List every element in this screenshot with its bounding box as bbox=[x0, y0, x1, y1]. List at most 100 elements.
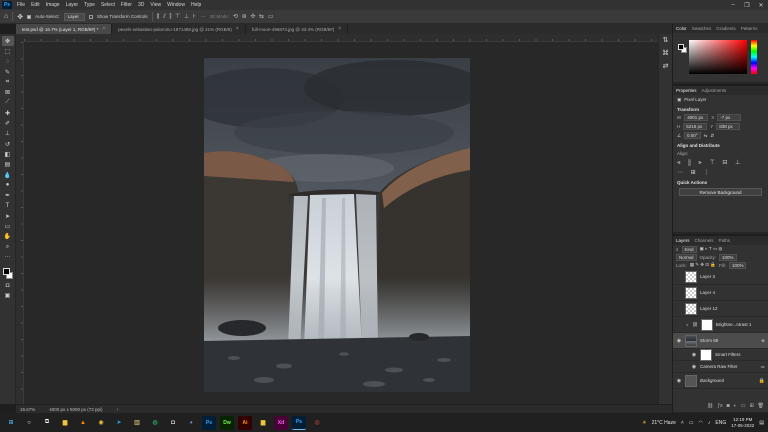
visibility-toggle[interactable]: ◉ bbox=[676, 338, 682, 344]
whatsapp-icon[interactable]: ◍ bbox=[148, 416, 162, 430]
eyedropper-tool-icon[interactable]: ⟋ bbox=[2, 98, 14, 108]
foreground-color-swatch[interactable] bbox=[2, 267, 10, 275]
opacity-input[interactable]: 100% bbox=[719, 253, 737, 261]
history-panel-icon[interactable]: ⇅ bbox=[663, 36, 669, 44]
weather-text[interactable]: 21°C Haze bbox=[652, 420, 676, 426]
visibility-toggle[interactable]: ◉ bbox=[676, 290, 682, 296]
height-input[interactable]: 5216 px bbox=[683, 123, 708, 130]
path-select-icon[interactable]: ➤ bbox=[2, 211, 14, 221]
battery-icon[interactable]: ▭ bbox=[689, 420, 694, 426]
blur-tool-icon[interactable]: 💧 bbox=[2, 170, 14, 180]
frame-tool-icon[interactable]: ⊠ bbox=[2, 87, 14, 97]
close-icon[interactable]: × bbox=[236, 26, 239, 32]
photoshop-active-icon[interactable]: Ps bbox=[292, 415, 306, 430]
angle-input[interactable]: 0.00° bbox=[684, 132, 701, 139]
menu-filter[interactable]: Filter bbox=[118, 2, 135, 8]
telegram-icon[interactable]: ➤ bbox=[112, 416, 126, 430]
x-input[interactable]: -7 px bbox=[717, 114, 742, 121]
menu-3d[interactable]: 3D bbox=[135, 2, 147, 8]
fill-input[interactable]: 100% bbox=[728, 261, 747, 269]
move-tool-icon[interactable]: ✥ bbox=[17, 13, 23, 21]
camera-raw-filter-row[interactable]: ◉ Camera Raw Filter ⚌ bbox=[673, 361, 768, 373]
task-view-icon[interactable]: ⧉ bbox=[40, 416, 54, 430]
move-tool-icon[interactable]: ✥ bbox=[1, 36, 14, 47]
search-icon[interactable]: ○ bbox=[22, 416, 36, 430]
layer-row[interactable]: ◉ Layer 3 bbox=[673, 269, 768, 285]
menu-help[interactable]: Help bbox=[188, 2, 204, 8]
close-icon[interactable]: × bbox=[338, 26, 341, 32]
visibility-toggle[interactable]: ◉ bbox=[676, 274, 682, 280]
dreamweaver-icon[interactable]: Dw bbox=[220, 415, 234, 430]
align-icons-row-2[interactable]: ⋯ ⊞ ⋮ bbox=[673, 168, 768, 177]
hand-tool-icon[interactable]: ✋ bbox=[2, 232, 14, 242]
tab-channels[interactable]: Channels bbox=[695, 238, 714, 243]
menu-select[interactable]: Select bbox=[98, 2, 118, 8]
quick-select-tool-icon[interactable]: ✎ bbox=[2, 67, 14, 77]
visibility-toggle[interactable]: ◉ bbox=[691, 364, 697, 370]
tab-patterns[interactable]: Patterns bbox=[741, 26, 758, 31]
wifi-icon[interactable]: ◠ bbox=[699, 420, 703, 426]
visibility-toggle[interactable]: ◉ bbox=[691, 352, 697, 358]
windows-start-icon[interactable]: ⊞ bbox=[4, 416, 18, 430]
dodge-tool-icon[interactable]: ● bbox=[2, 180, 14, 190]
flip-horizontal-icon[interactable]: ⇋ bbox=[704, 133, 708, 139]
libraries-panel-icon[interactable]: ⌘ bbox=[662, 49, 669, 57]
menu-image[interactable]: Image bbox=[43, 2, 63, 8]
type-tool-icon[interactable]: T bbox=[2, 201, 14, 211]
gradient-tool-icon[interactable]: ▤ bbox=[2, 160, 14, 170]
vlc-icon[interactable]: ▲ bbox=[76, 416, 90, 430]
screen-mode-icon[interactable]: ▣ bbox=[2, 291, 14, 301]
language-indicator[interactable]: ENG bbox=[715, 420, 726, 426]
auto-select-dropdown[interactable]: Layer bbox=[63, 12, 85, 21]
tab-adjustments[interactable]: Adjustments bbox=[702, 88, 727, 93]
visibility-toggle[interactable]: ◉ bbox=[676, 306, 682, 312]
align-buttons-icon[interactable]: ⫼ ⫽ ⫿ ⊤ ⊥ ⊦ bbox=[157, 13, 197, 21]
xd-icon[interactable]: Xd bbox=[274, 415, 288, 430]
visibility-toggle[interactable]: ◉ bbox=[676, 378, 682, 384]
menu-layer[interactable]: Layer bbox=[63, 2, 82, 8]
menu-edit[interactable]: Edit bbox=[28, 2, 43, 8]
notes-icon[interactable]: ▥ bbox=[130, 416, 144, 430]
file-explorer-icon[interactable]: ▆ bbox=[58, 416, 72, 430]
visibility-toggle[interactable]: ◉ bbox=[676, 322, 682, 328]
lasso-tool-icon[interactable]: ◌ bbox=[2, 57, 14, 67]
remove-background-button[interactable]: Remove Background bbox=[679, 188, 762, 196]
layer-row[interactable]: ◉ Layer 12 bbox=[673, 301, 768, 317]
menu-file[interactable]: File bbox=[14, 2, 28, 8]
width-input[interactable]: 4001 px bbox=[684, 114, 709, 121]
layer-row[interactable]: ◉ Background 🔒 bbox=[673, 373, 768, 389]
close-icon[interactable]: × bbox=[102, 26, 105, 32]
show-transform-checkbox[interactable] bbox=[88, 14, 93, 19]
link-layers-icon[interactable]: ⛓ bbox=[707, 403, 713, 411]
discord-icon[interactable]: ◕ bbox=[184, 416, 198, 430]
layer-row[interactable]: ◉ Storm 89 ◈ bbox=[673, 333, 768, 349]
kind-filter-dropdown[interactable]: Kind bbox=[681, 245, 697, 253]
folder-icon[interactable]: ▆ bbox=[256, 416, 270, 430]
vertical-ruler[interactable] bbox=[16, 42, 24, 404]
more-tools-icon[interactable]: ··· bbox=[2, 252, 14, 262]
photoshop-taskbar-icon[interactable]: Ps bbox=[202, 415, 216, 430]
clock[interactable]: 12:19 PM 17-05-2022 bbox=[731, 417, 754, 429]
tab-properties[interactable]: Properties bbox=[676, 88, 697, 93]
chrome-icon[interactable]: ◉ bbox=[94, 416, 108, 430]
history-brush-icon[interactable]: ↺ bbox=[2, 139, 14, 149]
hue-slider[interactable] bbox=[751, 40, 757, 74]
illustrator-icon[interactable]: Ai bbox=[238, 415, 252, 430]
tab-swatches[interactable]: Swatches bbox=[692, 26, 712, 31]
home-icon[interactable]: ⌂ bbox=[4, 13, 8, 20]
pen-tool-icon[interactable]: ✒ bbox=[2, 190, 14, 200]
blend-mode-dropdown[interactable]: Normal bbox=[676, 253, 697, 261]
layer-row[interactable]: ◉ Layer 4 bbox=[673, 285, 768, 301]
camera-icon[interactable]: ◘ bbox=[166, 416, 180, 430]
rectangle-tool-icon[interactable]: ▭ bbox=[2, 221, 14, 231]
flip-vertical-icon[interactable]: ⇵ bbox=[710, 133, 714, 139]
actions-panel-icon[interactable]: ⇄ bbox=[663, 62, 669, 70]
tab-paths[interactable]: Paths bbox=[719, 238, 731, 243]
tab-gradients[interactable]: Gradients bbox=[716, 26, 736, 31]
minimize-button[interactable]: – bbox=[726, 0, 740, 10]
adjustment-layer-icon[interactable]: ◐ bbox=[734, 403, 737, 411]
filter-options-icon[interactable]: ⚌ bbox=[761, 364, 765, 370]
new-group-icon[interactable]: ▭ bbox=[741, 403, 746, 411]
volume-icon[interactable]: ♪ bbox=[708, 420, 711, 426]
quick-mask-icon[interactable]: ◘ bbox=[2, 281, 14, 291]
